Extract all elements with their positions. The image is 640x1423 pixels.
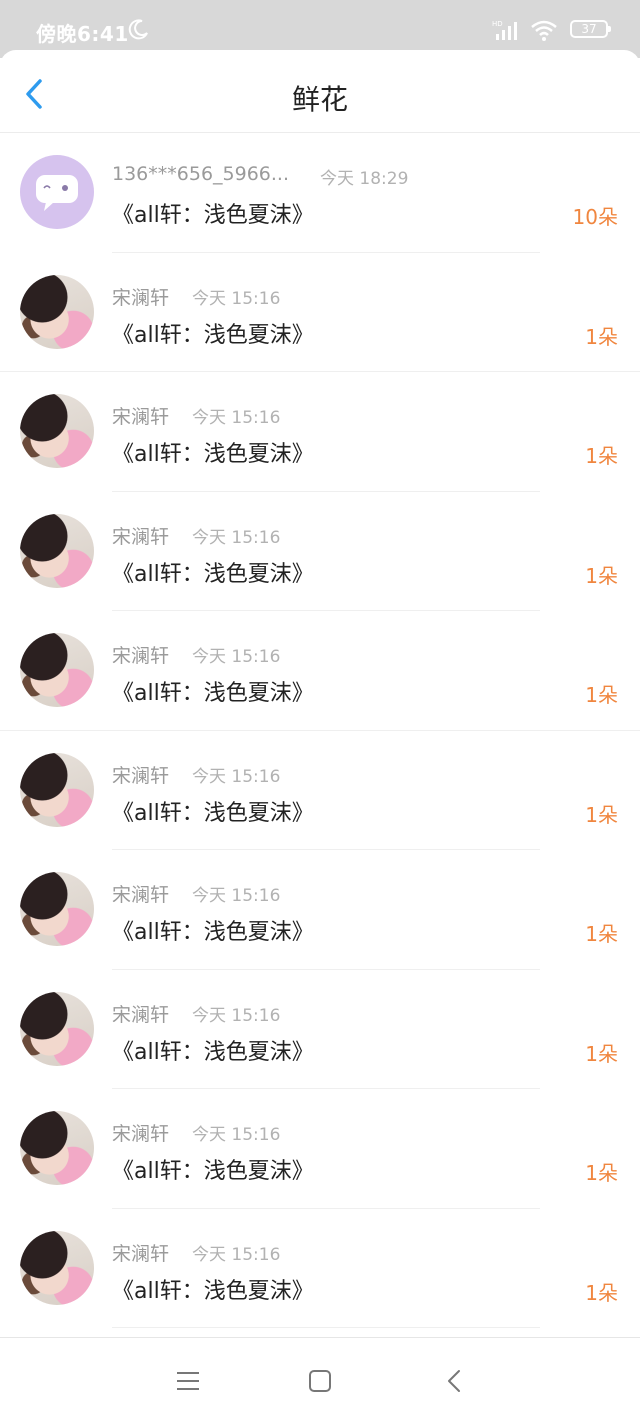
sender-name: 宋澜轩 bbox=[112, 406, 170, 428]
flower-list: 136***656_5966... 今天 18:29 《all轩：浅色夏沫》 10朵宋… bbox=[0, 133, 640, 1328]
wifi-icon bbox=[531, 20, 557, 41]
list-item[interactable]: 宋澜轩 今天 15:16 《all轩：浅色夏沫》 1朵 bbox=[0, 253, 640, 372]
avatar[interactable] bbox=[20, 513, 94, 588]
list-item[interactable]: 宋澜轩 今天 15:16 《all轩：浅色夏沫》 1朵 bbox=[0, 731, 640, 850]
header: 鲜花 bbox=[0, 50, 640, 133]
timestamp: 今天 18:29 bbox=[320, 169, 409, 189]
list-item[interactable]: 宋澜轩 今天 15:16 《all轩：浅色夏沫》 1朵 bbox=[0, 850, 640, 970]
book-title: 《all轩：浅色夏沫》 bbox=[112, 203, 314, 228]
book-title: 《all轩：浅色夏沫》 bbox=[112, 322, 314, 348]
divider bbox=[112, 1327, 540, 1328]
system-nav-bar bbox=[0, 1337, 640, 1423]
chat-bubble-icon bbox=[36, 175, 78, 211]
flower-count: 10朵 bbox=[572, 205, 618, 229]
flower-count: 1朵 bbox=[585, 324, 618, 349]
avatar[interactable] bbox=[20, 394, 94, 468]
list-item[interactable]: 宋澜轩 今天 15:16 《all轩：浅色夏沫》 1朵 bbox=[0, 492, 640, 611]
sender-name: 宋澜轩 bbox=[112, 1123, 170, 1145]
list-item[interactable]: 宋澜轩 今天 15:16 《all轩：浅色夏沫》 1朵 bbox=[0, 372, 640, 492]
sender-name: 宋澜轩 bbox=[112, 645, 170, 667]
list-item[interactable]: 宋澜轩 今天 15:16 《all轩：浅色夏沫》 1朵 bbox=[0, 1089, 640, 1209]
sender-name: 宋澜轩 bbox=[112, 525, 170, 548]
home-square-icon[interactable] bbox=[305, 1366, 335, 1396]
book-title: 《all轩：浅色夏沫》 bbox=[112, 800, 314, 826]
sender-name: 136***656_5966... bbox=[112, 163, 290, 185]
timestamp: 今天 15:16 bbox=[192, 766, 281, 787]
list-item[interactable]: 宋澜轩 今天 15:16 《all轩：浅色夏沫》 1朵 bbox=[0, 611, 640, 731]
flower-count: 1朵 bbox=[585, 563, 618, 588]
avatar[interactable] bbox=[20, 752, 94, 827]
avatar[interactable] bbox=[20, 274, 94, 349]
flower-count: 1朵 bbox=[585, 444, 618, 468]
book-title: 《all轩：浅色夏沫》 bbox=[112, 1278, 314, 1304]
book-title: 《all轩：浅色夏沫》 bbox=[112, 561, 314, 587]
sender-name: 宋澜轩 bbox=[112, 884, 170, 906]
flower-count: 1朵 bbox=[585, 802, 618, 827]
book-title: 《all轩：浅色夏沫》 bbox=[112, 1159, 314, 1184]
moon-icon bbox=[128, 19, 148, 40]
page-title: 鲜花 bbox=[291, 83, 348, 116]
flower-count: 1朵 bbox=[585, 1041, 618, 1066]
list-item[interactable]: 宋澜轩 今天 15:16 《all轩：浅色夏沫》 1朵 bbox=[0, 970, 640, 1089]
timestamp: 今天 15:16 bbox=[192, 288, 281, 309]
sender-name: 宋澜轩 bbox=[112, 286, 170, 309]
list-item[interactable]: 宋澜轩 今天 15:16 《all轩：浅色夏沫》 1朵 bbox=[0, 1209, 640, 1328]
flower-count: 1朵 bbox=[585, 1280, 618, 1305]
back-triangle-icon[interactable] bbox=[440, 1366, 470, 1396]
book-title: 《all轩：浅色夏沫》 bbox=[112, 442, 314, 467]
timestamp: 今天 15:16 bbox=[192, 1005, 281, 1026]
signal-icon: HD bbox=[492, 20, 517, 40]
timestamp: 今天 15:16 bbox=[192, 647, 281, 667]
menu-icon[interactable] bbox=[173, 1366, 203, 1396]
timestamp: 今天 15:16 bbox=[192, 527, 281, 548]
sender-name: 宋澜轩 bbox=[112, 764, 170, 787]
flower-count: 1朵 bbox=[585, 1161, 618, 1185]
timestamp: 今天 15:16 bbox=[192, 408, 281, 428]
book-title: 《all轩：浅色夏沫》 bbox=[112, 1039, 314, 1065]
timestamp: 今天 15:16 bbox=[192, 886, 281, 906]
status-time: 傍晚6:41 bbox=[36, 22, 129, 46]
svg-text:HD: HD bbox=[492, 20, 503, 28]
book-title: 《all轩：浅色夏沫》 bbox=[112, 681, 314, 706]
avatar[interactable] bbox=[20, 872, 94, 946]
flower-count: 1朵 bbox=[585, 922, 618, 946]
book-title: 《all轩：浅色夏沫》 bbox=[112, 920, 314, 945]
battery-icon: 37 bbox=[570, 20, 611, 38]
list-item[interactable]: 136***656_5966... 今天 18:29 《all轩：浅色夏沫》 10朵 bbox=[0, 133, 640, 253]
timestamp: 今天 15:16 bbox=[192, 1244, 281, 1265]
sender-name: 宋澜轩 bbox=[112, 1242, 170, 1265]
avatar[interactable] bbox=[20, 991, 94, 1066]
avatar[interactable] bbox=[20, 1230, 94, 1305]
timestamp: 今天 15:16 bbox=[192, 1125, 281, 1145]
avatar[interactable] bbox=[20, 1111, 94, 1185]
flower-count: 1朵 bbox=[585, 683, 618, 707]
avatar[interactable] bbox=[20, 155, 94, 229]
sender-name: 宋澜轩 bbox=[112, 1003, 170, 1026]
avatar[interactable] bbox=[20, 633, 94, 707]
